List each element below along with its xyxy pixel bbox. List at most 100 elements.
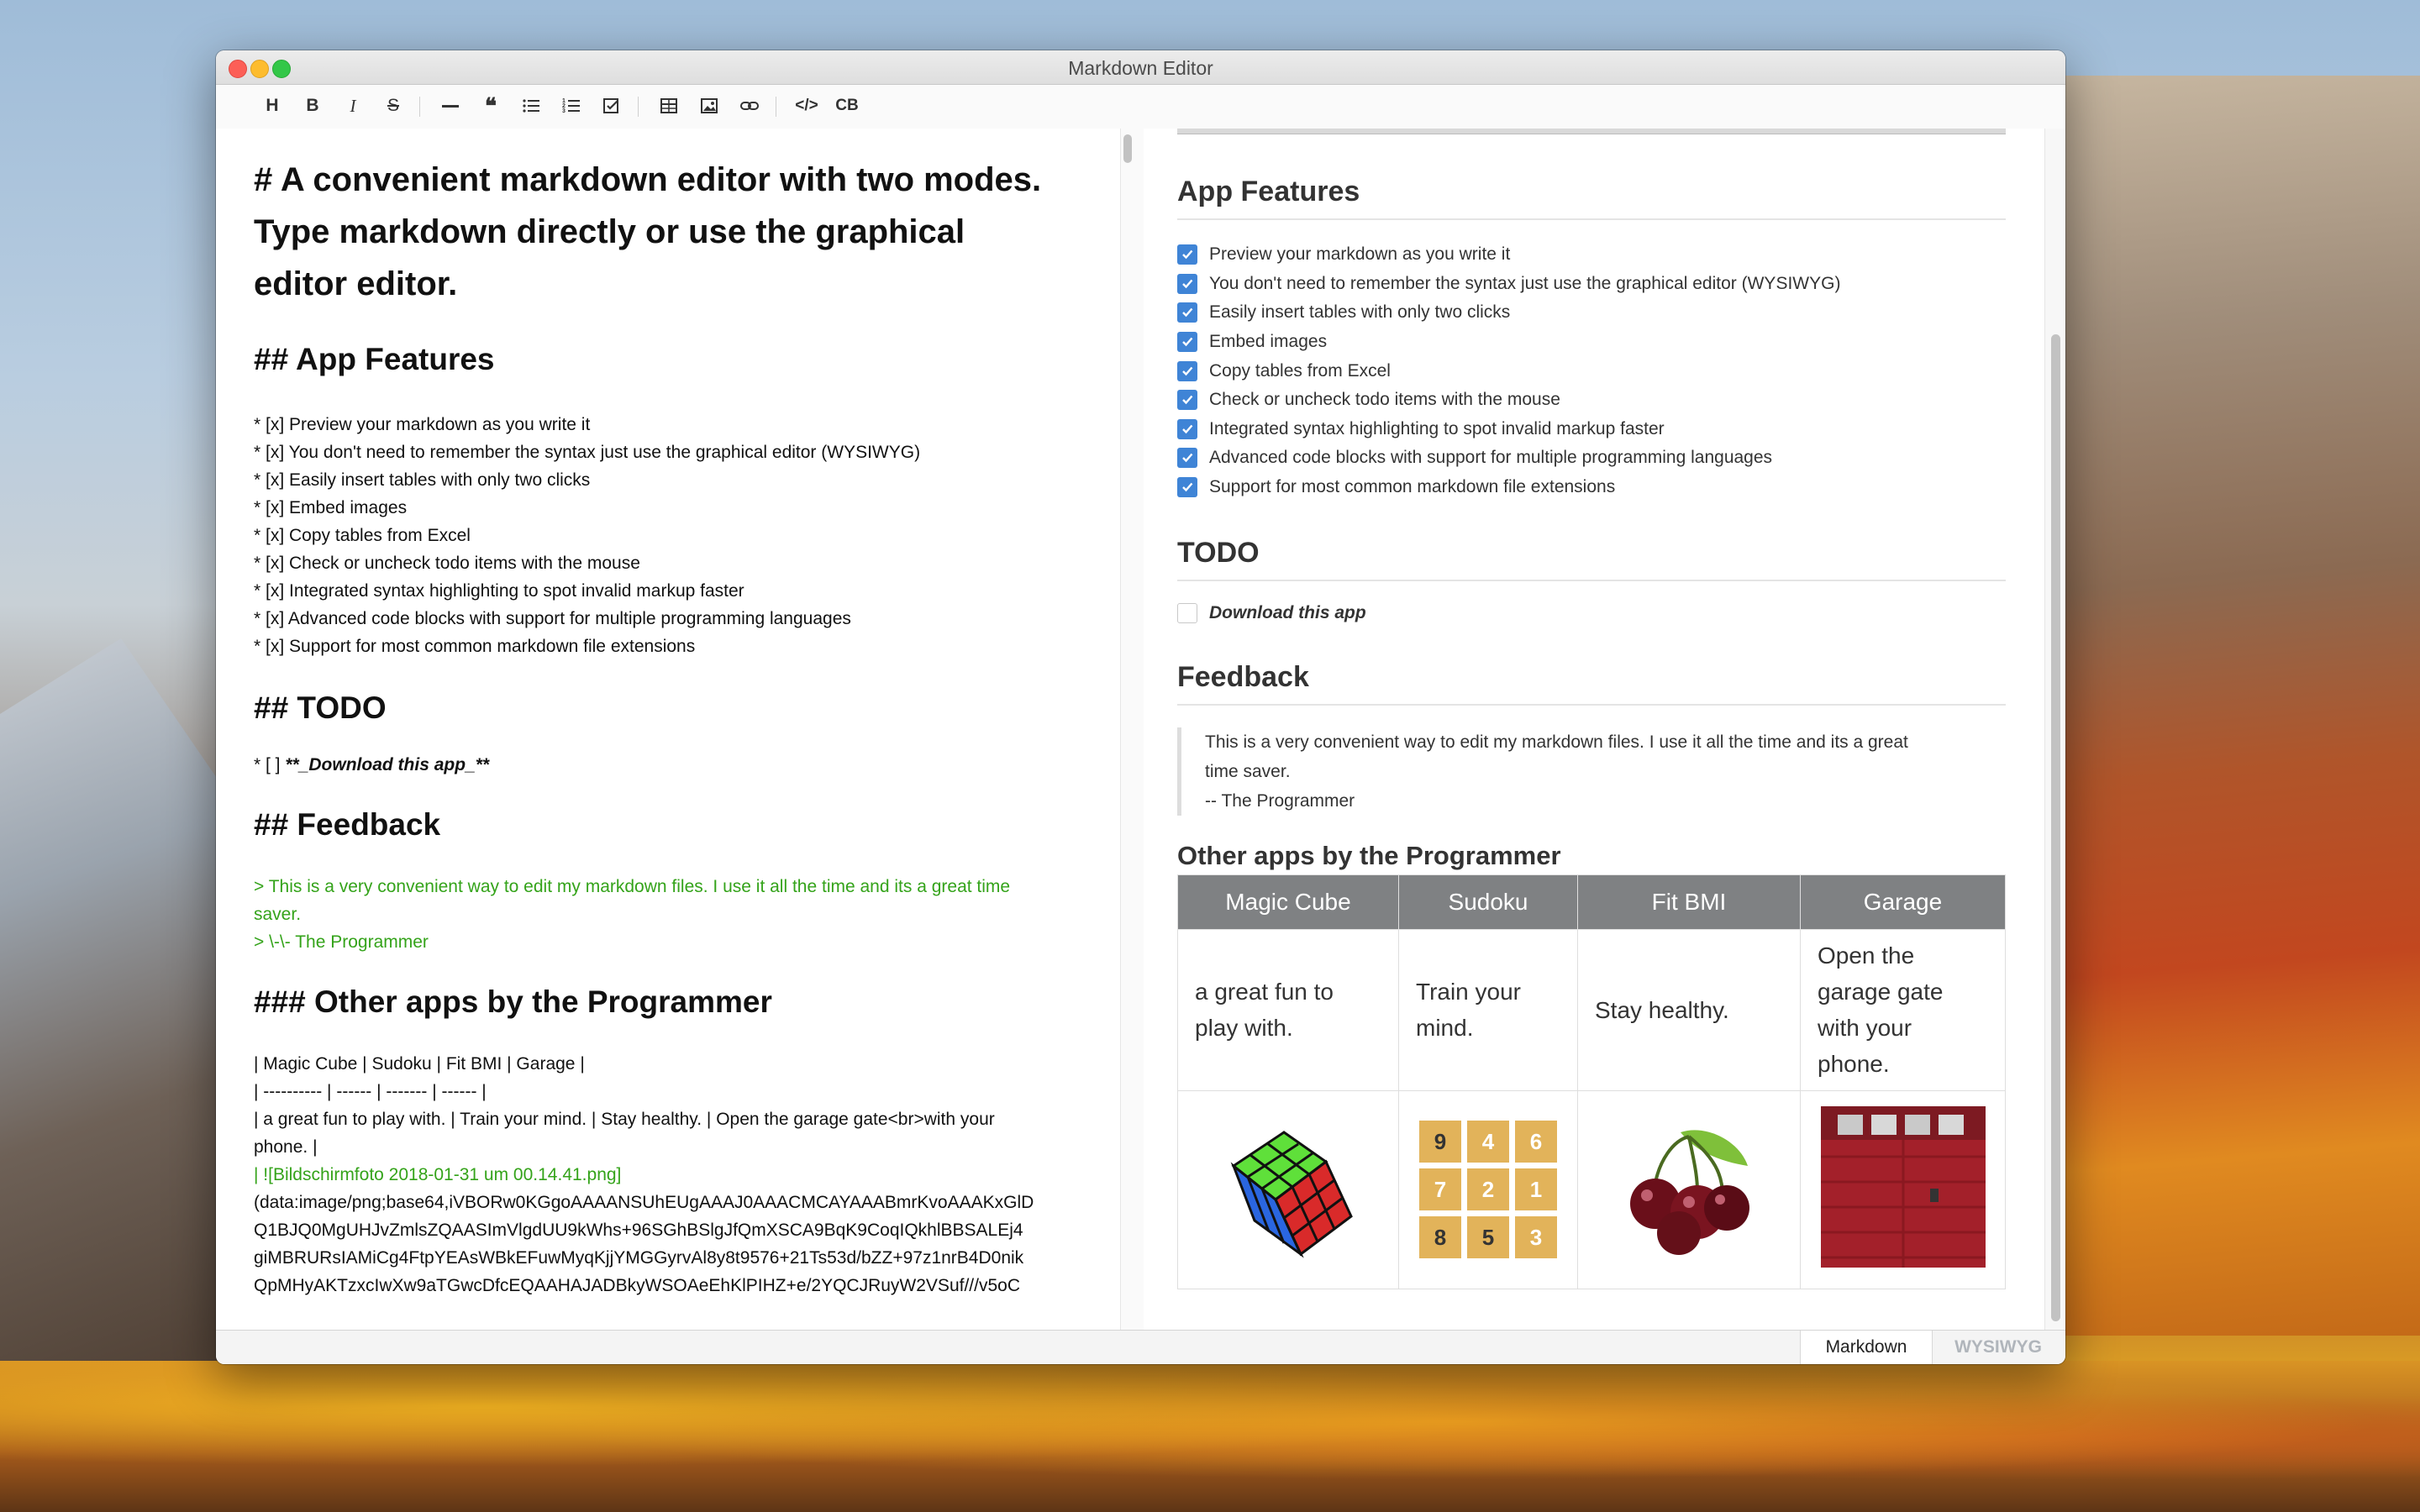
source-line: * [x] Support for most common markdown f… [254, 637, 696, 656]
task-label: Support for most common markdown file ex… [1209, 477, 1616, 497]
table-button[interactable] [655, 92, 683, 120]
source-line: > This is a very convenient way to edit … [254, 877, 1011, 896]
desktop-mountain-right [2050, 76, 2420, 1336]
link-button[interactable] [735, 92, 764, 120]
image-button[interactable] [695, 92, 723, 120]
table-cell: Train your mind. [1398, 928, 1578, 1091]
source-todo-prefix: * [ ] [254, 755, 286, 774]
task-item: Download this app [1177, 598, 2006, 627]
magic-cube-image [1230, 1131, 1353, 1258]
preview-features-list: Preview your markdown as you write it Yo… [1177, 240, 2006, 501]
table-header-cell: Fit BMI [1577, 874, 1801, 930]
bullet-list-icon [523, 99, 539, 113]
table-cell: a great fun to play with. [1177, 928, 1399, 1091]
code-block-button[interactable]: CB [833, 92, 861, 120]
checkbox-checked[interactable] [1177, 448, 1197, 469]
source-line: (data:image/png;base64,iVBORw0KGgoAAAANS… [254, 1193, 1034, 1212]
checklist-button[interactable] [597, 92, 626, 120]
sudoku-cell: 7 [1419, 1168, 1461, 1211]
table-icon [660, 98, 677, 113]
quote-button[interactable]: ❝ [476, 92, 505, 120]
image-icon [701, 98, 718, 113]
checkbox-checked[interactable] [1177, 332, 1197, 353]
table-cell [1800, 1089, 2006, 1289]
desktop-forest [0, 1361, 2420, 1512]
preview-other-apps-heading: Other apps by the Programmer [1177, 840, 1561, 870]
checkbox-checked[interactable] [1177, 360, 1197, 381]
quote-line: time saver. [1205, 761, 1291, 781]
source-table: | Magic Cube | Sudoku | Fit BMI | Garage… [254, 1050, 1094, 1299]
title-bar: Markdown Editor [216, 50, 2065, 85]
task-item: Integrated syntax highlighting to spot i… [1177, 415, 2006, 444]
source-feedback-heading: ## Feedback [254, 807, 441, 842]
checkbox-checked[interactable] [1177, 302, 1197, 323]
source-line: * [x] Embed images [254, 498, 408, 517]
task-item: Easily insert tables with only two click… [1177, 298, 2006, 328]
checkbox-checked[interactable] [1177, 244, 1197, 265]
sudoku-cell: 1 [1515, 1168, 1557, 1211]
strikethrough-icon: S [387, 96, 399, 115]
source-line: | ---------- | ------ | ------- | ------… [254, 1082, 487, 1101]
source-heading-1: # A convenient markdown editor with two … [254, 154, 1094, 310]
numbered-list-button[interactable]: 123 [557, 92, 586, 120]
table-cell: Open the garage gate with your phone. [1800, 928, 2006, 1091]
bullet-list-button[interactable] [517, 92, 545, 120]
table-row: 9 4 6 7 2 1 8 5 3 [1177, 1089, 2006, 1289]
quote-line: -- The Programmer [1205, 790, 1355, 811]
markdown-mode-tab[interactable]: Markdown [1800, 1331, 1933, 1364]
preview-features-heading: App Features [1177, 176, 2006, 220]
table-cell [1577, 1089, 1801, 1289]
italic-button[interactable]: I [339, 92, 367, 120]
checkbox-unchecked[interactable] [1177, 602, 1197, 623]
task-label: Preview your markdown as you write it [1209, 244, 1511, 265]
task-item: Check or uncheck todo items with the mou… [1177, 386, 2006, 415]
source-line: giMBRURsIAMiCg4FtpYEAsWBkEFuwMyqKjjYMGGy… [254, 1248, 1024, 1268]
markdown-preview: App Features Preview your markdown as yo… [1144, 129, 2048, 1330]
wysiwyg-mode-tab[interactable]: WYSIWYG [1933, 1331, 2064, 1364]
toolbar-separator [419, 97, 420, 117]
table-cell: 9 4 6 7 2 1 8 5 3 [1398, 1089, 1578, 1289]
table-header-cell: Sudoku [1398, 874, 1578, 930]
source-line: * [x] Integrated syntax highlighting to … [254, 581, 744, 601]
checkbox-checked[interactable] [1177, 390, 1197, 411]
pane-divider[interactable] [1120, 129, 1145, 1330]
table-row: a great fun to play with. Train your min… [1177, 928, 2006, 1091]
checkbox-checked[interactable] [1177, 477, 1197, 498]
source-line: QpMHyAKTzxcIwXw9aTGwcDfcEQAAHAJADBkyWSOA… [254, 1276, 1020, 1295]
checkbox-checked[interactable] [1177, 273, 1197, 294]
sudoku-cell: 4 [1467, 1121, 1509, 1163]
quote-icon: ❝ [485, 92, 497, 118]
format-toolbar: H B I S ❝ 123 </> CB [216, 85, 2065, 129]
task-label: You don't need to remember the syntax ju… [1209, 273, 1841, 293]
source-todo-line: * [ ] **_Download this app_** [254, 751, 1094, 779]
app-window: Markdown Editor H B I S ❝ 123 </> CB # A… [216, 50, 2065, 1364]
heading-button[interactable]: H [258, 92, 287, 120]
bold-icon: B [306, 96, 319, 115]
source-features-list: * [x] Preview your markdown as you write… [254, 411, 1094, 660]
task-label: Advanced code blocks with support for mu… [1209, 448, 1773, 468]
code-button[interactable]: </> [792, 92, 821, 120]
editor-scrollbar[interactable] [1123, 134, 1132, 163]
sudoku-image: 9 4 6 7 2 1 8 5 3 [1419, 1121, 1557, 1259]
source-todo-heading: ## TODO [254, 690, 387, 725]
bold-button[interactable]: B [298, 92, 327, 120]
horizontal-rule-icon [442, 104, 459, 108]
apps-table: Magic Cube Sudoku Fit BMI Garage a great… [1177, 874, 2006, 1289]
source-line: # A convenient markdown editor with two … [254, 161, 1042, 198]
task-item: Advanced code blocks with support for mu… [1177, 444, 2006, 473]
strikethrough-button[interactable]: S [379, 92, 408, 120]
checkbox-checked[interactable] [1177, 418, 1197, 439]
task-item: Preview your markdown as you write it [1177, 240, 2006, 270]
preview-scroll-thumb[interactable] [2051, 334, 2060, 1321]
sudoku-cell: 6 [1515, 1121, 1557, 1163]
table-cell [1177, 1089, 1399, 1289]
preview-scrollbar[interactable] [2044, 129, 2065, 1330]
task-label: Download this app [1209, 602, 1366, 622]
task-label: Embed images [1209, 332, 1328, 352]
horizontal-rule-button[interactable] [436, 92, 465, 120]
markdown-source-editor[interactable]: # A convenient markdown editor with two … [216, 129, 1120, 1330]
mode-bar: Markdown WYSIWYG [216, 1330, 2065, 1364]
preview-feedback-heading: Feedback [1177, 661, 2006, 706]
task-item: Embed images [1177, 328, 2006, 357]
sudoku-cell: 3 [1515, 1216, 1557, 1259]
